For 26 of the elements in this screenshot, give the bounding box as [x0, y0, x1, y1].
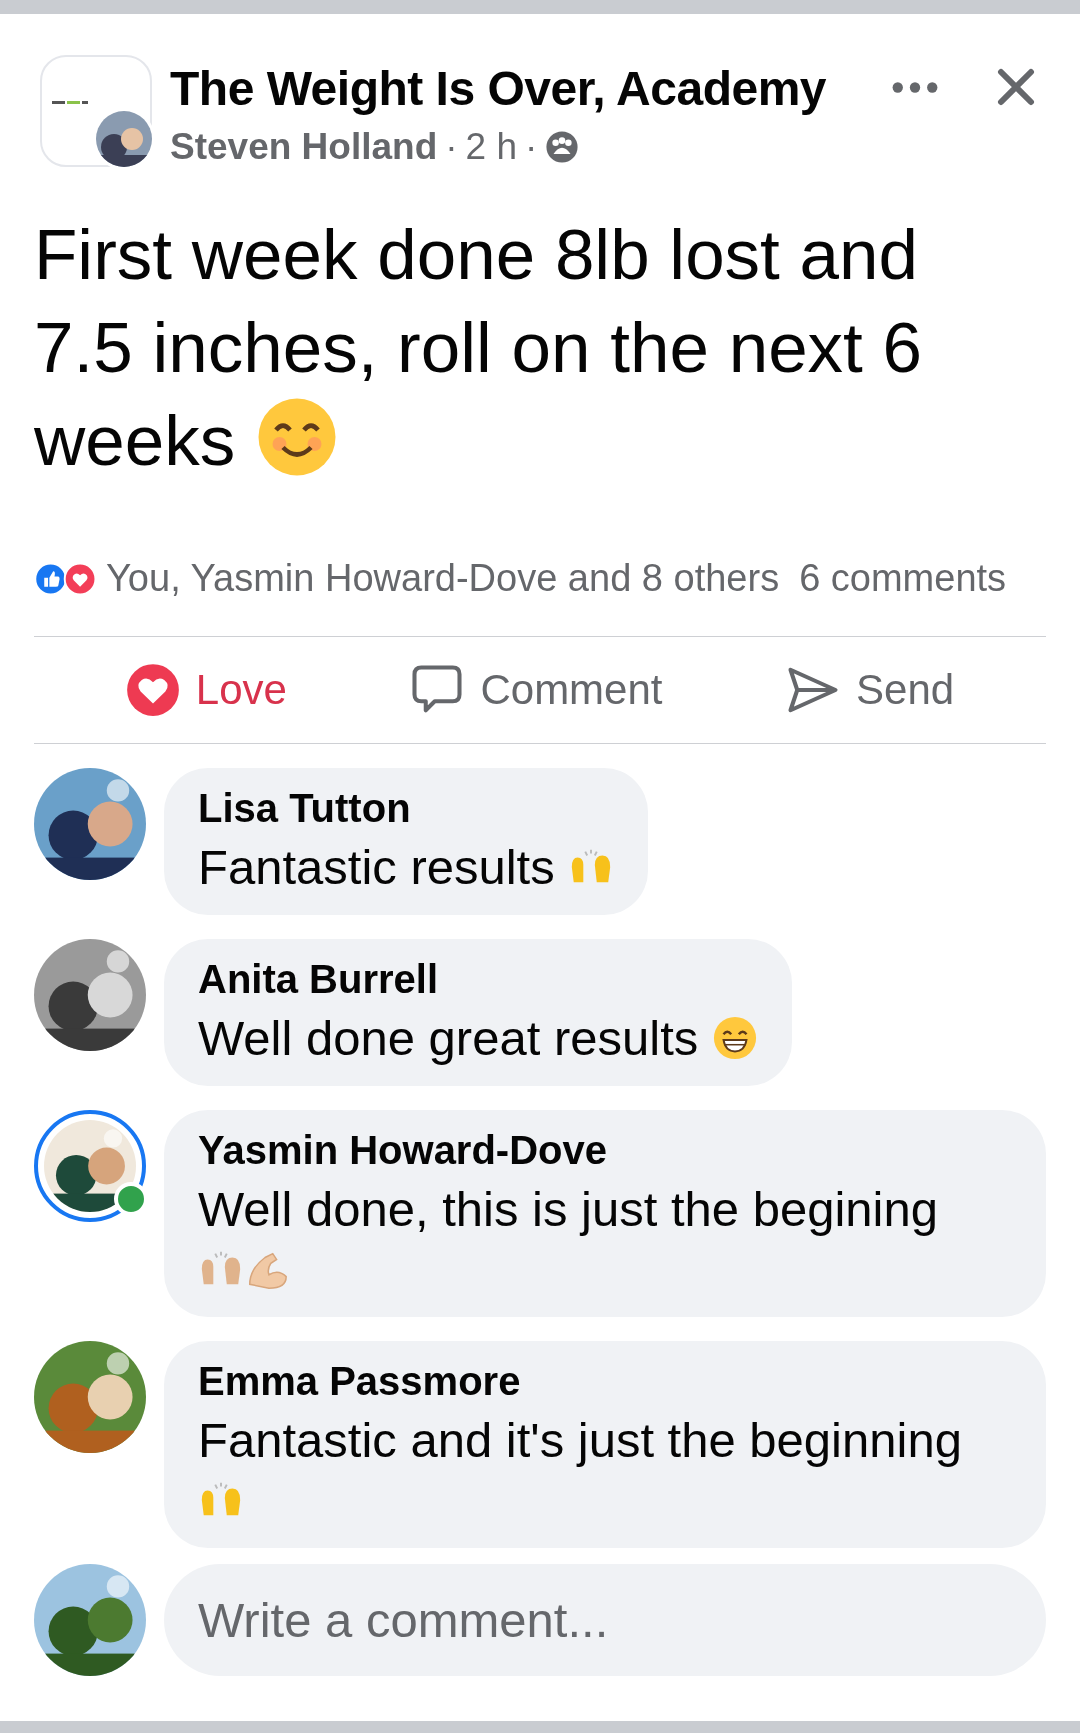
reaction-summary[interactable]: You, Yasmin Howard-Dove and 8 others — [106, 557, 780, 600]
love-button[interactable]: Love — [125, 663, 287, 717]
comment-field[interactable]: Write a comment... — [164, 1564, 1046, 1676]
comment-button[interactable]: Comment — [410, 663, 663, 717]
reaction-icons — [34, 561, 98, 596]
post-text: First week done 8lb lost and 7.5 inches, roll on the next 6 weeks — [34, 214, 924, 482]
page-avatar[interactable] — [40, 55, 152, 167]
group-icon — [545, 130, 580, 164]
separator-dot: · — [525, 126, 538, 168]
close-icon[interactable] — [996, 67, 1036, 107]
more-icon[interactable] — [892, 81, 938, 94]
comment-text: Fantastic and it's just the beginning — [198, 1410, 1012, 1530]
grinning-face-icon — [711, 1015, 758, 1061]
author-name[interactable]: Steven Holland — [170, 126, 438, 168]
commenter-name[interactable]: Anita Burrell — [198, 957, 758, 1002]
separator-dot: · — [445, 126, 458, 168]
page-name[interactable]: The Weight Is Over, Academy — [170, 61, 874, 116]
comment-text: Well done great results — [198, 1008, 758, 1068]
comment-count[interactable]: 6 comments — [799, 557, 1007, 600]
commenter-name[interactable]: Emma Passmore — [198, 1359, 1012, 1404]
send-button[interactable]: Send — [786, 663, 955, 717]
comment-text: Well done, this is just the begining — [198, 1179, 1012, 1299]
commenter-name[interactable]: Yasmin Howard-Dove — [198, 1128, 1012, 1173]
post-time[interactable]: 2 h — [465, 126, 518, 168]
comment-text: Fantastic results — [198, 837, 615, 897]
commenter-name[interactable]: Lisa Tutton — [198, 786, 615, 831]
